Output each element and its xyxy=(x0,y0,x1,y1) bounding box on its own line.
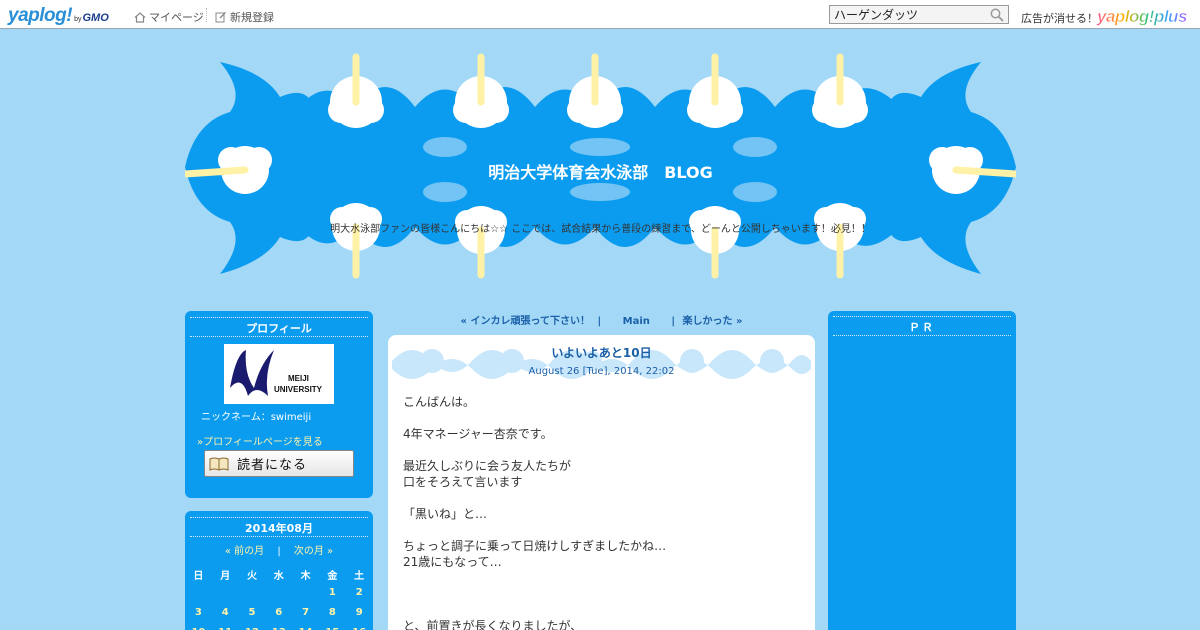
entry-line: 最近久しぶりに会う友人たちが xyxy=(403,459,572,473)
divider xyxy=(190,336,368,337)
calendar-prev-month[interactable]: « 前の月 xyxy=(225,546,264,557)
profile-image[interactable]: MEIJI UNIVERSITY xyxy=(224,344,334,404)
entry-line: 口をそろえて言います xyxy=(403,475,523,489)
weekday-thu: 木 xyxy=(300,571,311,582)
calendar-day[interactable]: 5 xyxy=(239,607,266,618)
search-input[interactable] xyxy=(830,6,985,23)
logo-gmo: GMO xyxy=(82,12,109,24)
entry-line xyxy=(403,442,803,458)
calendar-day[interactable]: 3 xyxy=(185,607,212,618)
entry-line xyxy=(403,602,803,618)
logo-main: yaplog! xyxy=(8,5,73,26)
logo-by: by xyxy=(74,16,82,23)
weekday-wed: 水 xyxy=(273,571,284,582)
follow-button[interactable]: 読者になる xyxy=(204,450,354,477)
divider xyxy=(833,335,1011,336)
calendar-day[interactable]: 6 xyxy=(265,607,292,618)
book-icon xyxy=(209,457,229,471)
pr-title: ＰＲ xyxy=(909,321,935,334)
calendar-day[interactable]: 8 xyxy=(319,607,346,618)
calendar-day xyxy=(292,587,319,598)
entry-title[interactable]: いよいよあと10日 xyxy=(388,344,815,361)
calendar-day[interactable]: 4 xyxy=(212,607,239,618)
entry-line xyxy=(403,570,803,586)
post-navigation: « インカレ頑張って下さい！ | Main | 楽しかった » xyxy=(388,312,815,327)
profile-page-link[interactable]: »プロフィールページを見る xyxy=(197,433,323,448)
entry-line: ちょっと調子に乗って日焼けしすぎましたかね… xyxy=(403,539,667,553)
profile-title: プロフィール xyxy=(246,322,312,335)
calendar-nav-separator: | xyxy=(277,546,281,557)
blog-title[interactable]: 明治大学体育会水泳部 BLOG xyxy=(185,159,1016,183)
divider xyxy=(190,536,368,537)
calendar-box: 2014年08月 « 前の月 | 次の月 » 日 月 火 水 木 金 土 1 2… xyxy=(185,511,373,630)
weekday-sun: 日 xyxy=(193,571,204,582)
post-nav-separator: | xyxy=(671,316,676,327)
svg-text:MEIJI: MEIJI xyxy=(288,374,309,383)
nickname: ニックネーム：swimeiji xyxy=(201,412,312,423)
register-label: 新規登録 xyxy=(230,11,274,24)
divider xyxy=(190,517,368,518)
entry-line: 4年マネージャー杏奈です。 xyxy=(403,427,553,441)
blog-description: 明大水泳部ファンの皆様こんにちは☆☆ ここでは、試合結果から普段の練習まで、どー… xyxy=(330,224,871,235)
search-box xyxy=(829,5,1009,24)
top-toolbar: yaplog! by GMO マイページ 新規登録 広告が消せる！ yaplog… xyxy=(0,0,1200,29)
entry-line: 「黒いね」と… xyxy=(403,507,488,521)
profile-box: プロフィール MEIJI UNIVERSITY ニックネーム：swimeiji … xyxy=(185,311,373,498)
weekday-fri: 金 xyxy=(327,571,338,582)
calendar-nav: « 前の月 | 次の月 » xyxy=(185,542,373,557)
pr-box: ＰＲ xyxy=(828,311,1016,630)
edit-icon xyxy=(215,12,226,23)
follow-button-label: 読者になる xyxy=(237,458,308,473)
weekday-sat: 土 xyxy=(354,571,365,582)
entry-line: 21歳にもなって… xyxy=(403,555,502,569)
entry-body: こんばんは。 4年マネージャー杏奈です。 最近久しぶりに会う友人たちが 口をそろ… xyxy=(403,394,803,630)
calendar-day xyxy=(212,587,239,598)
calendar-week-row: 1 2 xyxy=(185,587,373,598)
meiji-logo: MEIJI UNIVERSITY xyxy=(230,350,323,396)
yaplog-plus-logo[interactable]: yaplog!plus xyxy=(1096,6,1194,31)
entry-line xyxy=(403,410,803,426)
calendar-title: 2014年08月 xyxy=(245,522,313,535)
calendar-day[interactable]: 2 xyxy=(346,587,373,598)
mypage-link[interactable]: マイページ xyxy=(134,9,204,25)
entry-line xyxy=(403,586,803,602)
nav-divider xyxy=(206,8,207,22)
weekday-tue: 火 xyxy=(246,571,257,582)
entry-date: August 26 [Tue], 2014, 22:02 xyxy=(528,366,675,377)
entry-line: こんばんは。 xyxy=(403,395,476,409)
entry-line: と、前置きが長くなりましたが、 xyxy=(403,619,583,630)
prev-post-link[interactable]: « インカレ頑張って下さい！ xyxy=(461,316,590,327)
calendar-weekdays: 日 月 火 水 木 金 土 xyxy=(185,567,373,582)
calendar-day[interactable]: 9 xyxy=(346,607,373,618)
register-link[interactable]: 新規登録 xyxy=(215,9,274,25)
home-icon xyxy=(134,11,146,23)
entry-line xyxy=(403,490,803,506)
calendar-week-row: 3 4 5 6 7 8 9 xyxy=(185,607,373,618)
main-link[interactable]: Main xyxy=(623,316,650,327)
calendar-next-month[interactable]: 次の月 » xyxy=(294,546,333,557)
svg-text:yaplog!plus: yaplog!plus xyxy=(1096,7,1187,26)
mypage-label: マイページ xyxy=(149,11,204,24)
calendar-day[interactable]: 1 xyxy=(319,587,346,598)
ad-free-label[interactable]: 広告が消せる！ xyxy=(1021,10,1098,26)
calendar-day xyxy=(265,587,292,598)
calendar-day[interactable]: 7 xyxy=(292,607,319,618)
calendar-day xyxy=(239,587,266,598)
search-icon[interactable] xyxy=(990,8,1004,22)
divider xyxy=(833,316,1011,317)
divider xyxy=(190,317,368,318)
yaplog-logo[interactable]: yaplog! by GMO xyxy=(8,5,109,26)
post-nav-separator: | xyxy=(597,316,602,327)
entry-line xyxy=(403,522,803,538)
next-post-link[interactable]: 楽しかった » xyxy=(683,316,743,327)
yaplog-plus-wordmark: yaplog!plus xyxy=(1096,7,1188,27)
calendar-day xyxy=(185,587,212,598)
weekday-mon: 月 xyxy=(220,571,231,582)
svg-text:UNIVERSITY: UNIVERSITY xyxy=(274,385,323,394)
